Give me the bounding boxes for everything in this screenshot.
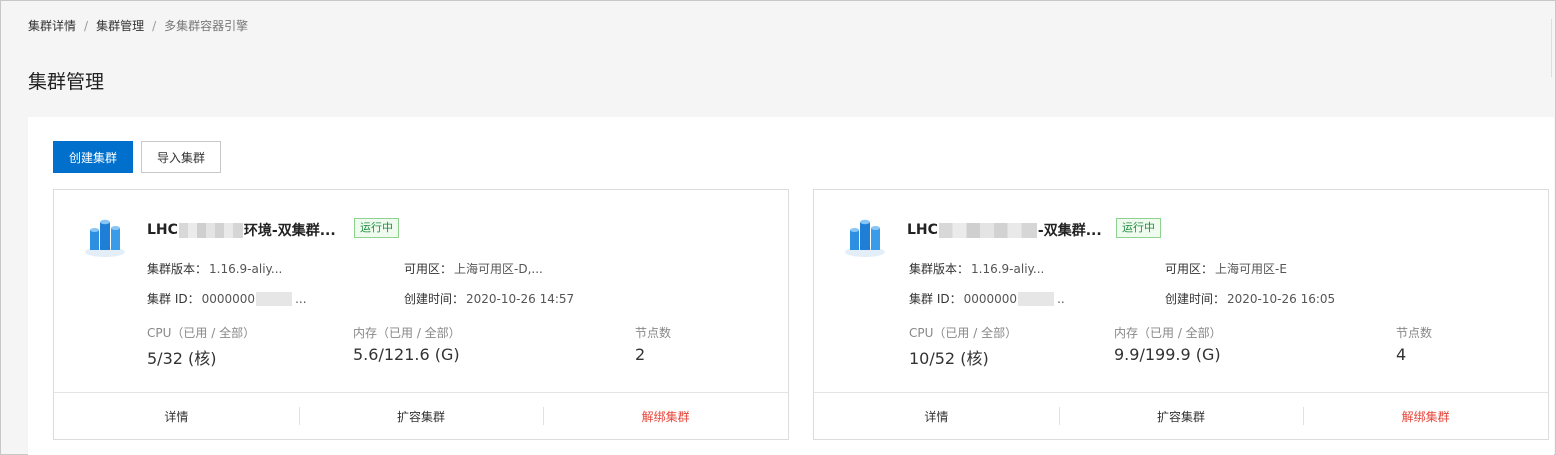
- cluster-name[interactable]: LHC -双集群...: [907, 220, 1102, 240]
- memory-value: 9.9/199.9 (G): [1114, 345, 1221, 364]
- import-cluster-button[interactable]: 导入集群: [141, 141, 221, 173]
- breadcrumb-item-current: 多集群容器引擎: [164, 19, 249, 33]
- unbind-cluster-button[interactable]: 解绑集群: [1303, 393, 1548, 440]
- version-label: 集群版本：: [147, 262, 208, 276]
- cluster-name[interactable]: LHC 环境-双集群...: [147, 220, 336, 240]
- cluster-name-prefix: LHC: [907, 222, 938, 238]
- availability-zone: 可用区： 上海可用区-D,...: [404, 260, 543, 277]
- cluster-version: 集群版本： 1.16.9-aliy...: [909, 260, 1044, 277]
- created-time: 创建时间： 2020-10-26 14:57: [404, 290, 574, 307]
- nodes-value: 2: [635, 345, 646, 364]
- id-label: 集群 ID：: [147, 292, 200, 306]
- version-label: 集群版本：: [909, 262, 970, 276]
- cluster-id: 集群 ID： 0000000 ...: [147, 290, 307, 307]
- cluster-name-prefix: LHC: [147, 222, 178, 238]
- created-time: 创建时间： 2020-10-26 16:05: [1165, 290, 1335, 307]
- redacted-text: [178, 222, 243, 238]
- zone-label: 可用区：: [404, 262, 453, 276]
- cluster-name-suffix: -双集群...: [1037, 223, 1102, 239]
- cluster-name-suffix: 环境-双集群...: [243, 223, 336, 239]
- scale-cluster-button[interactable]: 扩容集群: [298, 393, 544, 440]
- availability-zone: 可用区： 上海可用区-E: [1165, 260, 1287, 277]
- card-actions: 详情 扩容集群 解绑集群: [814, 392, 1548, 440]
- breadcrumb: 集群详情 / 集群管理 / 多集群容器引擎: [28, 17, 248, 34]
- zone-value: 上海可用区-D,...: [454, 262, 543, 276]
- cluster-icon: [85, 219, 125, 257]
- id-label: 集群 ID：: [909, 292, 962, 306]
- unbind-cluster-button[interactable]: 解绑集群: [543, 393, 788, 440]
- redacted-text: [1018, 291, 1055, 306]
- created-value: 2020-10-26 16:05: [1227, 291, 1336, 306]
- created-label: 创建时间：: [1165, 292, 1226, 306]
- cpu-label: CPU（已用 / 全部）: [147, 326, 256, 340]
- main-content: 创建集群 导入集群 LHC 环境-双集群... 运行中 集群版本： 1.16.9…: [28, 117, 1554, 455]
- breadcrumb-item-cluster-detail[interactable]: 集群详情: [28, 17, 76, 34]
- breadcrumb-separator: /: [152, 18, 157, 33]
- cluster-icon: [845, 219, 885, 257]
- nodes-label: 节点数: [635, 326, 672, 340]
- redacted-text: [938, 222, 1037, 238]
- details-button[interactable]: 详情: [814, 393, 1059, 440]
- cluster-card: LHC 环境-双集群... 运行中 集群版本： 1.16.9-aliy... 可…: [53, 189, 789, 440]
- id-value-prefix: 0000000: [201, 291, 256, 306]
- cluster-id: 集群 ID： 0000000 ..: [909, 290, 1065, 307]
- cluster-version: 集群版本： 1.16.9-aliy...: [147, 260, 282, 277]
- create-cluster-button[interactable]: 创建集群: [53, 141, 133, 173]
- zone-label: 可用区：: [1165, 262, 1214, 276]
- nodes-value: 4: [1396, 345, 1407, 364]
- status-badge: 运行中: [354, 218, 399, 238]
- zone-value: 上海可用区-E: [1215, 262, 1287, 276]
- page-title: 集群管理: [28, 71, 105, 93]
- redacted-text: [256, 291, 293, 306]
- cpu-value: 5/32 (核): [147, 349, 217, 368]
- cpu-label: CPU（已用 / 全部）: [909, 326, 1018, 340]
- breadcrumb-item-cluster-management[interactable]: 集群管理: [96, 17, 144, 34]
- id-value-prefix: 0000000: [963, 291, 1018, 306]
- memory-value: 5.6/121.6 (G): [353, 345, 460, 364]
- memory-label: 内存（已用 / 全部）: [1114, 326, 1222, 340]
- nodes-label: 节点数: [1396, 326, 1433, 340]
- memory-label: 内存（已用 / 全部）: [353, 326, 461, 340]
- cluster-card: LHC -双集群... 运行中 集群版本： 1.16.9-aliy... 可用区…: [813, 189, 1549, 440]
- window-edge: [1551, 19, 1555, 77]
- created-value: 2020-10-26 14:57: [466, 291, 575, 306]
- cpu-value: 10/52 (核): [909, 349, 989, 368]
- id-value-suffix: ...: [295, 291, 307, 306]
- id-value-suffix: ..: [1057, 291, 1065, 306]
- created-label: 创建时间：: [404, 292, 465, 306]
- version-value: 1.16.9-aliy...: [971, 261, 1045, 276]
- card-actions: 详情 扩容集群 解绑集群: [54, 392, 788, 440]
- details-button[interactable]: 详情: [54, 393, 299, 440]
- breadcrumb-separator: /: [84, 18, 89, 33]
- version-value: 1.16.9-aliy...: [209, 261, 283, 276]
- status-badge: 运行中: [1116, 218, 1161, 238]
- scale-cluster-button[interactable]: 扩容集群: [1058, 393, 1304, 440]
